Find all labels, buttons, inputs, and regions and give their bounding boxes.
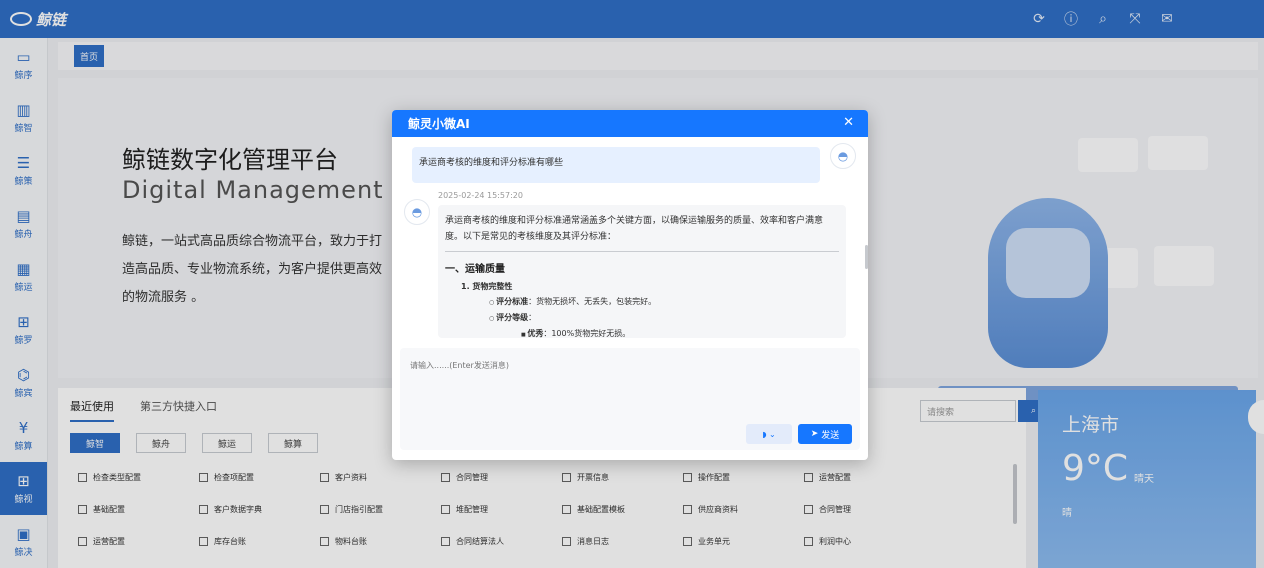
ai-bold-label: 评分标准 xyxy=(496,297,529,306)
chevron-down-icon: ⌄ xyxy=(769,429,776,439)
ai-avatar: ◓ xyxy=(404,199,430,225)
ai-bold-label: 优秀 xyxy=(527,329,544,338)
ai-message: 承运商考核的维度和评分标准通常涵盖多个关键方面，以确保运输服务的质量、效率和客户… xyxy=(438,205,846,338)
ai-section-heading: 一、运输质量 xyxy=(445,264,505,275)
ai-sublist-item: 优秀：100%货物完好无损。 xyxy=(521,328,839,338)
message-scrollbar[interactable] xyxy=(865,245,868,269)
message-input[interactable] xyxy=(410,358,830,372)
ai-list-item: 1. 货物完整性 xyxy=(461,282,513,291)
whale-model-icon: ◗ xyxy=(762,429,767,439)
message-input-area: ◗ ⌄ ➤ 发送 xyxy=(400,348,860,450)
message-list[interactable]: 承运商考核的维度和评分标准有哪些 ◓ 2025-02-24 15:57:20 ◓… xyxy=(392,137,868,343)
divider xyxy=(445,251,839,252)
close-icon[interactable]: ✕ xyxy=(843,115,854,130)
dialog-header: 鲸灵小微AI ✕ xyxy=(392,110,868,137)
ai-intro-text: 承运商考核的维度和评分标准通常涵盖多个关键方面，以确保运输服务的质量、效率和客户… xyxy=(445,216,824,242)
message-timestamp: 2025-02-24 15:57:20 xyxy=(438,191,523,200)
user-avatar: ◓ xyxy=(830,143,856,169)
send-label: 发送 xyxy=(821,430,840,441)
send-icon: ➤ xyxy=(810,429,822,439)
user-message: 承运商考核的维度和评分标准有哪些 xyxy=(412,147,820,183)
ai-bold-label: 评分等级 xyxy=(496,313,529,322)
ai-text: ： xyxy=(528,313,537,322)
dialog-title: 鲸灵小微AI xyxy=(408,117,470,131)
send-button[interactable]: ➤ 发送 xyxy=(798,424,852,444)
ai-text: ：100%货物完好无损。 xyxy=(543,329,631,338)
ai-text: ：货物无损坏、无丢失，包装完好。 xyxy=(528,297,657,306)
ai-sublist-item: 评分等级： xyxy=(489,312,839,323)
model-select[interactable]: ◗ ⌄ xyxy=(746,424,792,444)
ai-chat-dialog: 鲸灵小微AI ✕ 承运商考核的维度和评分标准有哪些 ◓ 2025-02-24 1… xyxy=(392,110,868,460)
ai-sublist-item: 评分标准：货物无损坏、无丢失，包装完好。 xyxy=(489,296,839,307)
